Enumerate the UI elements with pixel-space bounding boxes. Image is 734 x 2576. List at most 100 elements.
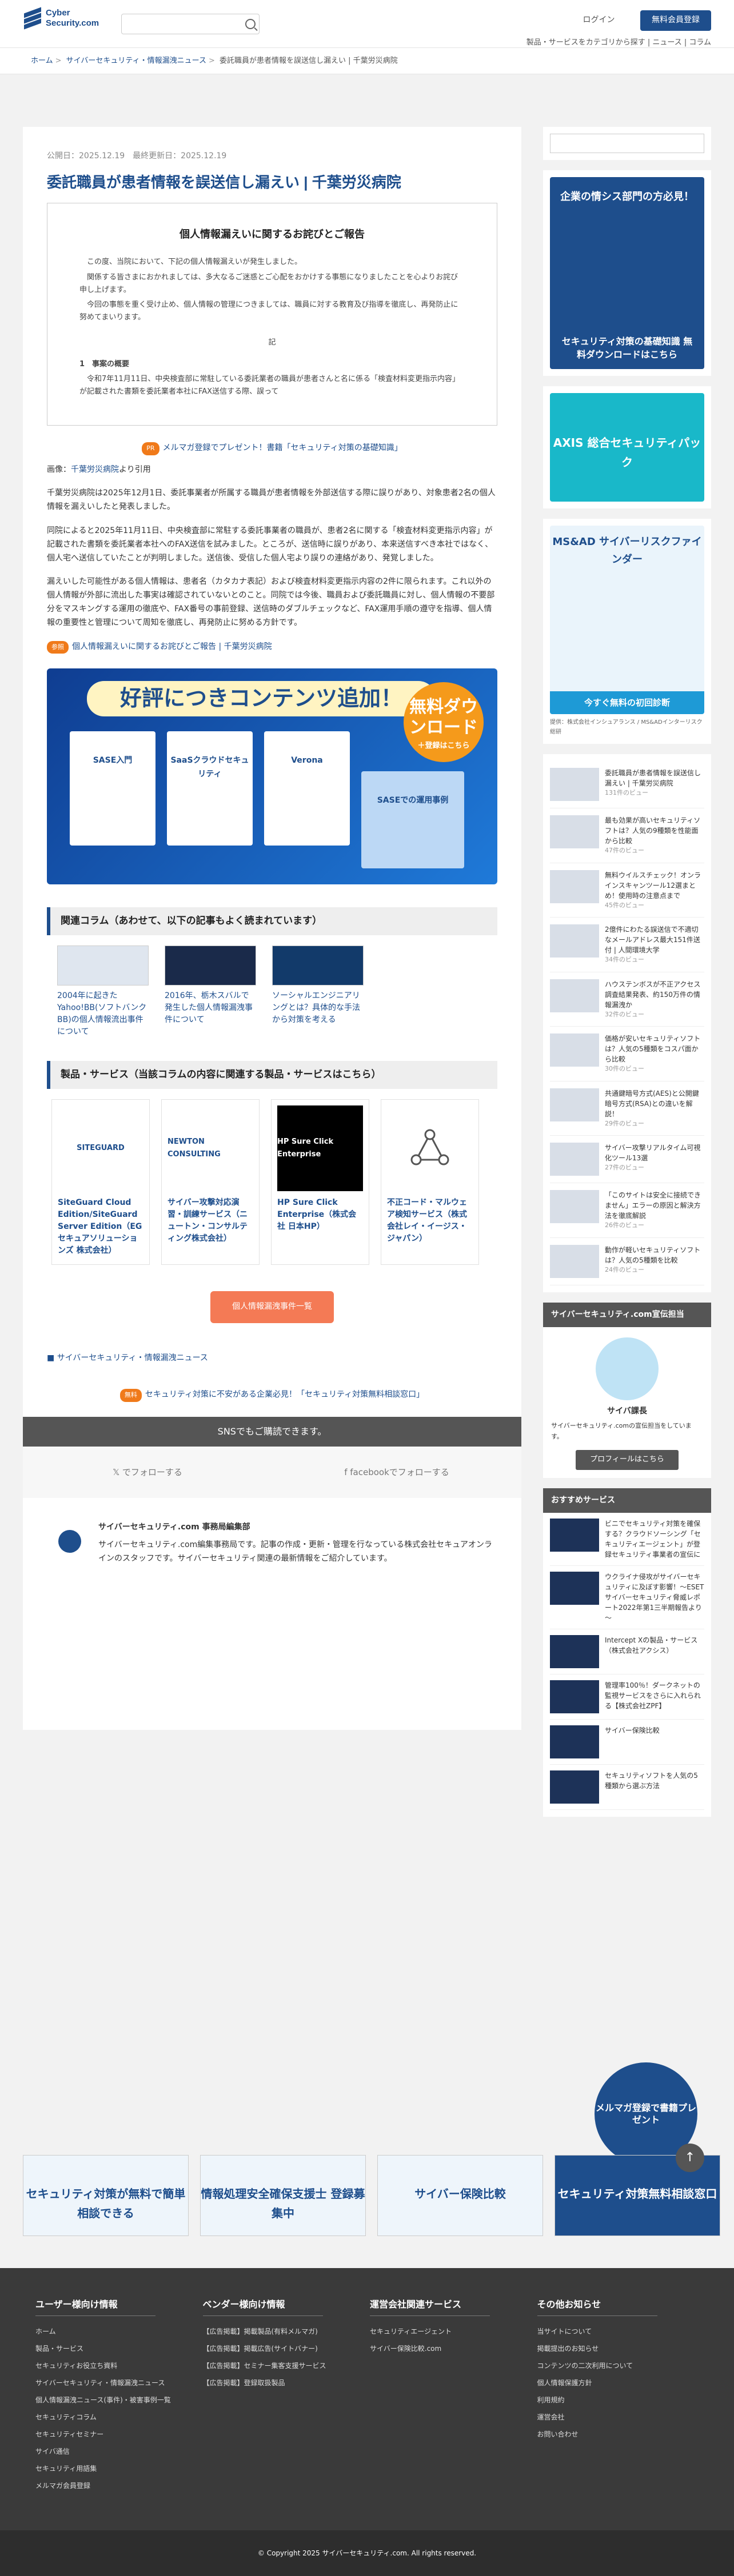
footer-link[interactable]: セキュリティセミナー	[35, 2426, 197, 2443]
ambassador-text: サイバーセキュリティ.comの宣伝担当をしています。	[551, 1422, 692, 1440]
product-title: 不正コード・マルウェア検知サービス（株式会社レイ・イージス・ジャパン）	[387, 1198, 467, 1244]
promo-link[interactable]: PR メルマガ登録でプレゼント！書籍「セキュリティ対策の基礎知識」	[47, 442, 497, 455]
author-text: サイバーセキュリティ.com編集事務局です。記事の作成・更新・管理を行なっている…	[98, 1540, 492, 1564]
ref-text[interactable]: 個人情報漏えいに関するお詫びとご報告 | 千葉労災病院	[72, 642, 272, 651]
footer-link[interactable]: コンテンツの二次利用について	[537, 2357, 699, 2374]
breadcrumb-category[interactable]: サイバーセキュリティ・情報漏洩ニュース	[66, 57, 206, 65]
footer-link[interactable]: お問い合わせ	[537, 2426, 699, 2443]
latest-views: 24件のビュー	[605, 1265, 644, 1273]
related-card[interactable]: ソーシャルエンジニアリングとは？具体的な手法から対策を考える	[272, 946, 364, 1038]
bottom-ad[interactable]: サイバー保険比較	[377, 2155, 543, 2236]
free-text: セキュリティ対策に不安がある企業必見！「セキュリティ対策無料相談窓口」	[145, 1389, 425, 1399]
latest-item[interactable]: 共通鍵暗号方式(AES)と公開鍵暗号方式(RSA)との違いを解説！ 29件のビュー	[550, 1081, 704, 1136]
breadcrumb-home[interactable]: ホーム	[31, 57, 53, 65]
login-link[interactable]: ログイン	[583, 14, 615, 27]
footer-link[interactable]: 【広告掲載】掲載製品(有料メルマガ)	[203, 2323, 365, 2340]
footer-link[interactable]: セキュリティエージェント	[370, 2323, 532, 2340]
latest-item[interactable]: 「このサイトは安全に接続できません」エラーの原因と解決方法を徹底解説 26件のビュ…	[550, 1183, 704, 1238]
footer-link[interactable]: 個人情報漏洩ニュース(事件)・被害事例一覧	[35, 2391, 197, 2409]
latest-item[interactable]: 2億件にわたる誤送信で不適切なメールアドレス最大151件送付 | 人間環境大学 3…	[550, 918, 704, 972]
ambassador-box: サイバーセキュリティ.com宣伝担当 サイバ課長 サイバーセキュリティ.comの…	[543, 1302, 711, 1478]
latest-item[interactable]: 動作が軽いセキュリティソフトは？人気の5種類を比較 24件のビュー	[550, 1238, 704, 1285]
footer-column-title: ユーザー様向け情報	[35, 2297, 155, 2317]
back-to-top-icon[interactable]: ↑	[676, 2144, 704, 2172]
notice-paragraph: この度、当院において、下記の個人情報漏えいが発生しました。	[87, 258, 302, 267]
incident-list-button[interactable]: 個人情報漏洩事件一覧	[210, 1291, 334, 1324]
footer-link[interactable]: サイバー保険比較.com	[370, 2340, 532, 2357]
latest-thumbnail	[550, 1244, 599, 1278]
notice-paragraph: 令和7年11月11日、中央検査部に常駐している委託業者の職員が患者さんと名に係る…	[79, 375, 460, 396]
latest-item[interactable]: サイバー攻撃リアルタイム可視化ツール13選 27件のビュー	[550, 1136, 704, 1183]
header-nav-links[interactable]: 製品・サービスをカテゴリから探す | ニュース | コラム	[526, 37, 711, 49]
product-card[interactable]: NEWTON CONSULTING サイバー攻撃対応演習・訓練サービス（ニュートン…	[161, 1099, 260, 1265]
footer-link[interactable]: サイバ通信	[35, 2443, 197, 2460]
recommend-item[interactable]: ウクライナ侵攻がサイバーセキュリティに及ぼす影響！～ESETサイバーセキュリティ…	[550, 1566, 704, 1630]
logo-mark-icon	[24, 7, 41, 30]
follow-facebook-button[interactable]: f facebookでフォローする	[272, 1447, 521, 1498]
product-card[interactable]: HP Sure Click Enterprise HP Sure Click En…	[271, 1099, 369, 1265]
latest-thumbnail	[550, 815, 599, 848]
source-prefix: 画像：	[47, 464, 71, 474]
reference-link[interactable]: 参照 個人情報漏えいに関するお詫びとご報告 | 千葉労災病院	[47, 640, 497, 654]
recommend-item[interactable]: セキュリティソフトを人気の5種類から選ぶ方法	[550, 1765, 704, 1810]
footer-link[interactable]: セキュリティお役立ち資料	[35, 2357, 197, 2374]
sidebar-search-input[interactable]	[550, 134, 704, 153]
bottom-ad[interactable]: セキュリティ対策が無料で簡単相談できる	[23, 2155, 189, 2236]
recommend-item[interactable]: サイバー保険比較	[550, 1720, 704, 1765]
profile-button[interactable]: プロフィールはこちら	[576, 1450, 679, 1470]
search-icon[interactable]	[245, 19, 256, 29]
product-card[interactable]: 不正コード・マルウェア検知サービス（株式会社レイ・イージス・ジャパン）	[381, 1099, 479, 1265]
latest-views: 30件のビュー	[605, 1065, 644, 1072]
footer-link[interactable]: 【広告掲載】掲載広告(サイトバナー)	[203, 2340, 365, 2357]
footer-link[interactable]: サイバーセキュリティ・情報漏洩ニュース	[35, 2374, 197, 2391]
footer-column: ユーザー様向け情報ホーム 製品・サービス セキュリティお役立ち資料 サイバーセキュリテ…	[35, 2297, 197, 2494]
recommend-item[interactable]: ビニでセキュリティ対策を確保する？クラウドソーシング「セキュリティエージェント」…	[550, 1513, 704, 1567]
footer-link[interactable]: メルマガ会員登録	[35, 2477, 197, 2494]
site-logo[interactable]: Cyber Security.com	[24, 7, 99, 30]
signup-button[interactable]: 無料会員登録	[640, 10, 711, 31]
download-banner[interactable]: 好評につきコンテンツ追加！ 無料ダウンロード ＋登録はこちら SASE入門 Saa…	[47, 668, 497, 885]
latest-item[interactable]: ハウステンボスが不正アクセス調査結果発表、約150万件の情報漏洩か 32件のビュー	[550, 972, 704, 1027]
ad3-cta[interactable]: 今すぐ無料の初回診断	[550, 691, 704, 714]
category-link[interactable]: ■ サイバーセキュリティ・情報漏洩ニュース	[47, 1352, 497, 1365]
sidebar: 企業の情シス部門の方必見！ セキュリティ対策の基礎知識 無料ダウンロードはこちら…	[543, 127, 711, 1827]
latest-item[interactable]: 委託職員が患者情報を誤送信し漏えい | 千葉労災病院 131件のビュー	[550, 761, 704, 808]
published-date: 公開日：2025.12.19	[47, 151, 125, 161]
banner-download-badge[interactable]: 無料ダウンロード ＋登録はこちら	[404, 682, 484, 763]
recommend-list: おすすめサービス ビニでセキュリティ対策を確保する？クラウドソーシング「セキュリ…	[543, 1488, 711, 1817]
footer-link[interactable]: 【広告掲載】登録取扱製品	[203, 2374, 365, 2391]
latest-views: 45件のビュー	[605, 901, 644, 909]
footer-link[interactable]: 製品・サービス	[35, 2340, 197, 2357]
related-card[interactable]: 2004年に起きたYahoo!BB(ソフトバンクBB)の個人情報流出事件について	[57, 946, 149, 1038]
latest-item[interactable]: 無料ウイルスチェック！オンラインスキャンツール12選まとめ！使用時の注意点まで 4…	[550, 863, 704, 918]
sidebar-ad[interactable]: AXIS 総合セキュリティパック	[543, 386, 711, 508]
breadcrumb: ホーム > サイバーセキュリティ・情報漏洩ニュース > 委託職員が患者情報を誤送信し…	[0, 48, 734, 74]
latest-thumbnail	[550, 768, 599, 801]
free-consult-link[interactable]: 無料 セキュリティ対策に不安がある企業必見！「セキュリティ対策無料相談窓口」	[47, 1388, 497, 1402]
ref-badge: 参照	[47, 640, 69, 654]
follow-facebook-label: facebookでフォローする	[350, 1467, 449, 1477]
footer-link[interactable]: 運営会社	[537, 2409, 699, 2426]
footer-link[interactable]: 利用規約	[537, 2391, 699, 2409]
recommend-item[interactable]: Intercept Xの製品・サービス（株式会社アクシス）	[550, 1629, 704, 1675]
follow-x-button[interactable]: 𝕏 でフォローする	[23, 1447, 272, 1498]
related-card[interactable]: 2016年、栃木スバルで発生した個人情報漏洩事件について	[165, 946, 256, 1038]
footer-link[interactable]: 個人情報保護方針	[537, 2374, 699, 2391]
search-input[interactable]	[121, 14, 260, 34]
recommend-text: ウクライナ侵攻がサイバーセキュリティに及ぼす影響！～ESETサイバーセキュリティ…	[605, 1573, 704, 1622]
footer-link[interactable]: 当サイトについて	[537, 2323, 699, 2340]
bottom-ad[interactable]: 情報処理安全確保支援士 登録募集中	[200, 2155, 366, 2236]
footer-link[interactable]: ホーム	[35, 2323, 197, 2340]
product-card[interactable]: SITEGUARD SiteGuard Cloud Edition/SiteGua…	[51, 1099, 150, 1265]
source-link[interactable]: 千葉労災病院	[71, 465, 119, 474]
footer-link[interactable]: 【広告掲載】セミナー集客支援サービス	[203, 2357, 365, 2374]
footer-link[interactable]: セキュリティコラム	[35, 2409, 197, 2426]
sidebar-ad[interactable]: 企業の情シス部門の方必見！ セキュリティ対策の基礎知識 無料ダウンロードはこちら	[543, 170, 711, 376]
latest-item[interactable]: 最も効果が高いセキュリティソフトは？人気の9種類を性能面から比較 47件のビュー	[550, 808, 704, 863]
latest-item[interactable]: 価格が安いセキュリティソフトは？人気の5種類をコスパ面から比較 30件のビュー	[550, 1027, 704, 1081]
sidebar-ad[interactable]: MS&AD サイバーリスクファインダー 今すぐ無料の初回診断 提供：株式会社イン…	[543, 519, 711, 744]
footer-link[interactable]: セキュリティ用語集	[35, 2460, 197, 2477]
footer-link[interactable]: 掲載提出のお知らせ	[537, 2340, 699, 2357]
footer-column-title: 運営会社関連サービス	[370, 2297, 490, 2317]
recommend-item[interactable]: 管理率100％！ダークネットの監視サービスをさらに入れられる【株式会社ZPF】	[550, 1674, 704, 1720]
